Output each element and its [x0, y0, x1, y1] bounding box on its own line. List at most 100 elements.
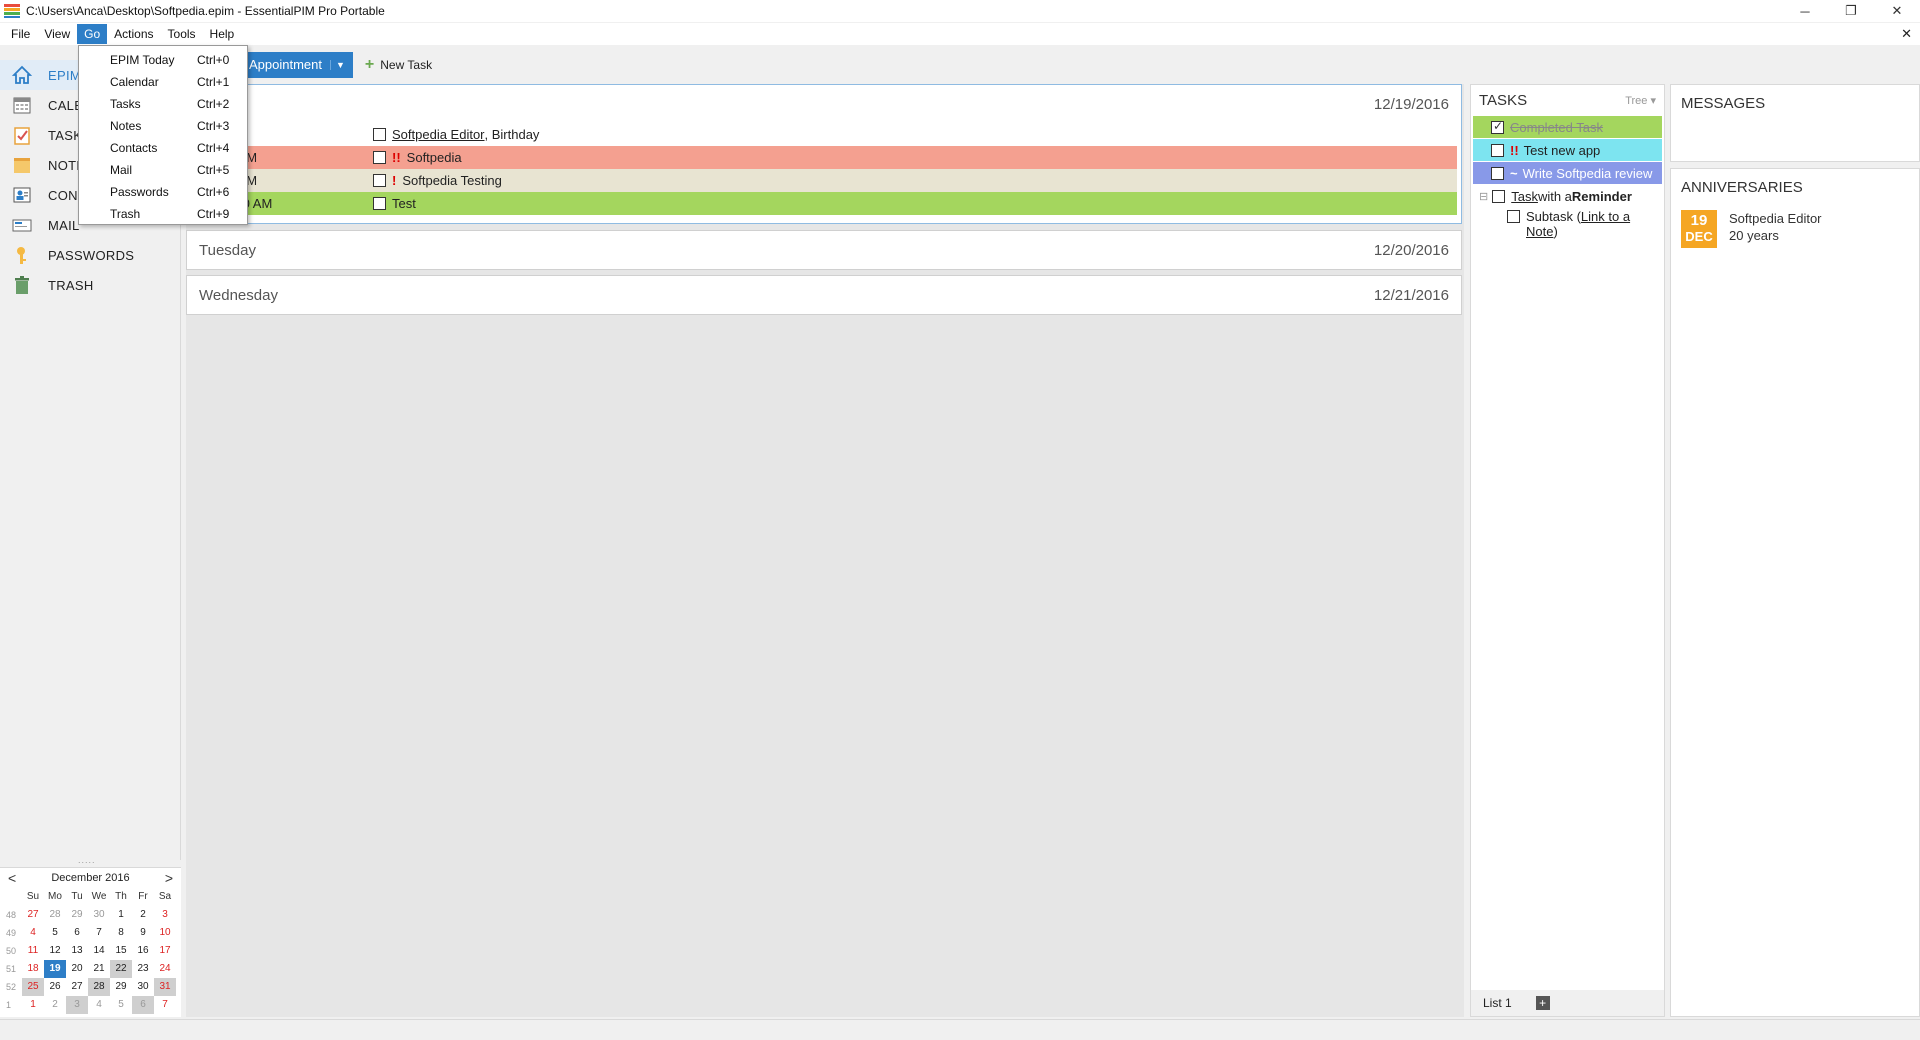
- calendar-day[interactable]: 31: [154, 978, 176, 996]
- day-date: 12/19/2016: [1373, 95, 1449, 113]
- tab-list-1[interactable]: List 1: [1483, 996, 1512, 1010]
- close-button[interactable]: ✕: [1874, 0, 1920, 22]
- go-menu-item-epim-today[interactable]: EPIM Today Ctrl+0: [79, 49, 247, 71]
- calendar-day[interactable]: 29: [66, 906, 88, 924]
- go-menu-item-notes[interactable]: Notes Ctrl+3: [79, 115, 247, 137]
- calendar-day[interactable]: 20: [66, 960, 88, 978]
- calendar-day[interactable]: 30: [88, 906, 110, 924]
- anniversary-detail: 20 years: [1729, 228, 1779, 243]
- anniversaries-panel: ANNIVERSARIES 19 DEC Softpedia Editor 20…: [1670, 168, 1920, 1017]
- task-item[interactable]: ⊟ Task with a Reminder: [1473, 185, 1662, 207]
- menu-tools[interactable]: Tools: [161, 24, 203, 44]
- menu-view[interactable]: View: [37, 24, 77, 44]
- calendar-day[interactable]: 2: [132, 906, 154, 924]
- restore-button[interactable]: ❐: [1828, 0, 1874, 22]
- calendar-day[interactable]: 2: [44, 996, 66, 1014]
- home-icon: [11, 65, 33, 85]
- calendar-day[interactable]: 26: [44, 978, 66, 996]
- sidebar-item-passwords[interactable]: PASSWORDS: [0, 240, 180, 270]
- calendar-day[interactable]: 11: [22, 942, 44, 960]
- new-task-button[interactable]: + New Task: [365, 56, 432, 74]
- menu-go[interactable]: Go: [77, 24, 108, 44]
- week-number: 51: [6, 964, 17, 974]
- calendar-day[interactable]: 6: [66, 924, 88, 942]
- calendar-day[interactable]: 13: [66, 942, 88, 960]
- anniversary-item[interactable]: 19 DEC Softpedia Editor 20 years: [1681, 210, 1919, 248]
- event-checkbox[interactable]: [373, 151, 386, 164]
- go-menu-item-calendar[interactable]: Calendar Ctrl+1: [79, 71, 247, 93]
- sidebar-splitter[interactable]: .....: [78, 855, 96, 865]
- task-checkbox[interactable]: [1491, 143, 1504, 157]
- go-menu-item-trash[interactable]: Trash Ctrl+9: [79, 203, 247, 225]
- calendar-day[interactable]: 1: [22, 996, 44, 1014]
- calendar-day[interactable]: 25: [22, 978, 44, 996]
- calendar-day[interactable]: 23: [132, 960, 154, 978]
- go-menu-item-contacts[interactable]: Contacts Ctrl+4: [79, 137, 247, 159]
- task-checkbox[interactable]: [1492, 189, 1506, 203]
- go-menu-item-passwords[interactable]: Passwords Ctrl+6: [79, 181, 247, 203]
- task-checkbox[interactable]: [1491, 166, 1504, 180]
- menu-file[interactable]: File: [4, 24, 37, 44]
- chevron-down-icon[interactable]: ▼: [330, 59, 345, 70]
- calendar-day[interactable]: 15: [110, 942, 132, 960]
- view-mode-dropdown[interactable]: Tree ▾: [1625, 94, 1656, 107]
- calendar-day[interactable]: 27: [22, 906, 44, 924]
- menu-help[interactable]: Help: [203, 24, 242, 44]
- calendar-day[interactable]: 16: [132, 942, 154, 960]
- calendar-day[interactable]: 9: [132, 924, 154, 942]
- new-appointment-button[interactable]: Appointment ▼: [241, 51, 353, 78]
- task-item[interactable]: !! Test new app: [1473, 139, 1662, 161]
- calendar-day[interactable]: 21: [88, 960, 110, 978]
- menu-bar: File View Go Actions Tools Help ✕: [0, 23, 1920, 45]
- subtask-item[interactable]: Subtask (Link to a Note): [1507, 209, 1662, 239]
- calendar-day[interactable]: 7: [154, 996, 176, 1014]
- event-checkbox[interactable]: [373, 197, 386, 210]
- day-panel-wednesday[interactable]: Wednesday 12/21/2016: [186, 275, 1462, 315]
- calendar-day[interactable]: 4: [88, 996, 110, 1014]
- go-menu-item-mail[interactable]: Mail Ctrl+5: [79, 159, 247, 181]
- minimize-button[interactable]: ─: [1782, 0, 1828, 22]
- collapse-icon[interactable]: ⊟: [1479, 190, 1488, 203]
- calendar-day[interactable]: 5: [44, 924, 66, 942]
- subtask-checkbox[interactable]: [1507, 210, 1520, 223]
- task-item[interactable]: Completed Task: [1473, 116, 1662, 138]
- event-checkbox[interactable]: [373, 174, 386, 187]
- calendar-day[interactable]: 14: [88, 942, 110, 960]
- calendar-day[interactable]: 8: [110, 924, 132, 942]
- calendar-day[interactable]: 4: [22, 924, 44, 942]
- calendar-day[interactable]: 6: [132, 996, 154, 1014]
- calendar-day[interactable]: 3: [66, 996, 88, 1014]
- calendar-day[interactable]: 17: [154, 942, 176, 960]
- calendar-day[interactable]: 28: [88, 978, 110, 996]
- calendar-day[interactable]: 12: [44, 942, 66, 960]
- event-checkbox[interactable]: [373, 128, 386, 141]
- go-menu-item-tasks[interactable]: Tasks Ctrl+2: [79, 93, 247, 115]
- event-row[interactable]: l - 9:50 AM!!Softpedia: [191, 146, 1457, 169]
- next-month-button[interactable]: >: [165, 870, 173, 886]
- calendar-day[interactable]: 10: [154, 924, 176, 942]
- add-list-button[interactable]: +: [1535, 996, 1550, 1010]
- calendar-day[interactable]: 3: [154, 906, 176, 924]
- calendar-day[interactable]: 22: [110, 960, 132, 978]
- calendar-day[interactable]: 27: [66, 978, 88, 996]
- task-checkbox[interactable]: [1491, 119, 1504, 134]
- calendar-day[interactable]: 24: [154, 960, 176, 978]
- event-row[interactable]: eventSoftpedia Editor, Birthday: [191, 123, 1457, 146]
- calendar-day[interactable]: 30: [132, 978, 154, 996]
- calendar-day[interactable]: 1: [110, 906, 132, 924]
- menu-actions[interactable]: Actions: [107, 24, 160, 44]
- calendar-day[interactable]: 5: [110, 996, 132, 1014]
- task-item[interactable]: ~ Write Softpedia review: [1473, 162, 1662, 184]
- calendar-day[interactable]: 19: [44, 960, 66, 978]
- day-panel-tuesday[interactable]: Tuesday 12/20/2016: [186, 230, 1462, 270]
- calendar-day[interactable]: 29: [110, 978, 132, 996]
- calendar-day[interactable]: 18: [22, 960, 44, 978]
- close-document-icon[interactable]: ✕: [1901, 26, 1912, 42]
- event-row[interactable]: l - 9:55 AM!Softpedia Testing: [191, 169, 1457, 192]
- event-row[interactable]: M - 10:50 AMTest: [191, 192, 1457, 215]
- prev-month-button[interactable]: <: [8, 870, 16, 886]
- calendar-day[interactable]: 28: [44, 906, 66, 924]
- menu-item-label: Mail: [110, 163, 133, 177]
- sidebar-item-trash[interactable]: TRASH: [0, 270, 180, 300]
- calendar-day[interactable]: 7: [88, 924, 110, 942]
